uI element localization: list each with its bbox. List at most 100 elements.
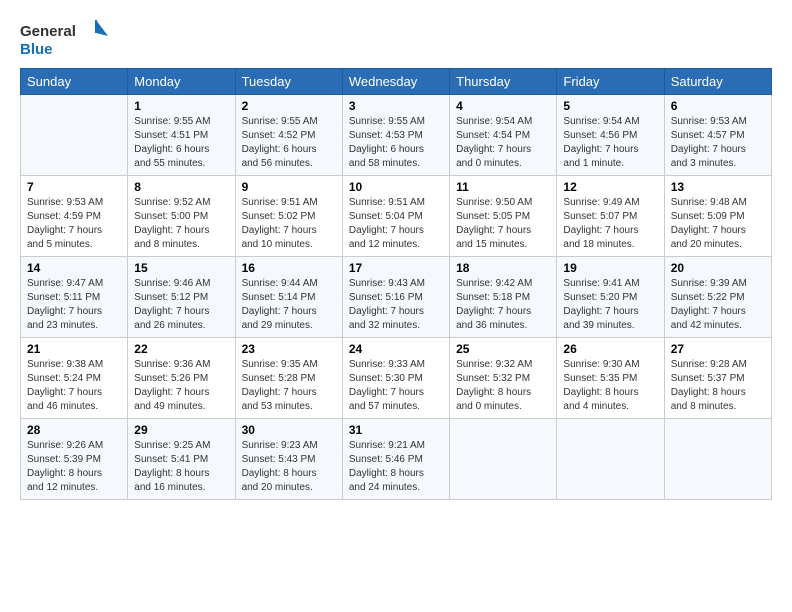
day-info: Sunrise: 9:55 AM Sunset: 4:51 PM Dayligh… <box>134 115 228 171</box>
day-info: Sunrise: 9:33 AM Sunset: 5:30 PM Dayligh… <box>349 358 443 414</box>
logo: General Blue <box>20 16 110 60</box>
day-number: 15 <box>134 261 228 275</box>
day-info: Sunrise: 9:38 AM Sunset: 5:24 PM Dayligh… <box>27 358 121 414</box>
calendar-cell: 3 Sunrise: 9:55 AM Sunset: 4:53 PM Daylig… <box>342 95 449 176</box>
day-header-wednesday: Wednesday <box>342 69 449 95</box>
day-info: Sunrise: 9:47 AM Sunset: 5:11 PM Dayligh… <box>27 277 121 333</box>
calendar-cell: 10 Sunrise: 9:51 AM Sunset: 5:04 PM Dayli… <box>342 176 449 257</box>
calendar-cell: 30 Sunrise: 9:23 AM Sunset: 5:43 PM Dayli… <box>235 419 342 500</box>
day-info: Sunrise: 9:30 AM Sunset: 5:35 PM Dayligh… <box>563 358 657 414</box>
day-number: 22 <box>134 342 228 356</box>
day-info: Sunrise: 9:55 AM Sunset: 4:53 PM Dayligh… <box>349 115 443 171</box>
day-header-monday: Monday <box>128 69 235 95</box>
logo-svg: General Blue <box>20 16 110 60</box>
calendar-cell <box>21 95 128 176</box>
calendar-cell: 6Sunrise: 9:53 AM Sunset: 4:57 PM Daylig… <box>664 95 771 176</box>
calendar-cell: 24 Sunrise: 9:33 AM Sunset: 5:30 PM Dayli… <box>342 338 449 419</box>
day-number: 28 <box>27 423 121 437</box>
day-info: Sunrise: 9:32 AM Sunset: 5:32 PM Dayligh… <box>456 358 550 414</box>
day-number: 3 <box>349 99 443 113</box>
day-info: Sunrise: 9:50 AM Sunset: 5:05 PM Dayligh… <box>456 196 550 252</box>
day-info: Sunrise: 9:51 AM Sunset: 5:04 PM Dayligh… <box>349 196 443 252</box>
calendar-cell: 13Sunrise: 9:48 AM Sunset: 5:09 PM Dayli… <box>664 176 771 257</box>
day-info: Sunrise: 9:21 AM Sunset: 5:46 PM Dayligh… <box>349 439 443 495</box>
calendar-cell <box>450 419 557 500</box>
calendar-cell: 21 Sunrise: 9:38 AM Sunset: 5:24 PM Dayli… <box>21 338 128 419</box>
day-info: Sunrise: 9:54 AM Sunset: 4:56 PM Dayligh… <box>563 115 657 171</box>
day-number: 18 <box>456 261 550 275</box>
calendar-cell: 29Sunrise: 9:25 AM Sunset: 5:41 PM Dayli… <box>128 419 235 500</box>
day-number: 8 <box>134 180 228 194</box>
day-info: Sunrise: 9:26 AM Sunset: 5:39 PM Dayligh… <box>27 439 121 495</box>
day-header-tuesday: Tuesday <box>235 69 342 95</box>
day-info: Sunrise: 9:43 AM Sunset: 5:16 PM Dayligh… <box>349 277 443 333</box>
calendar-cell: 5 Sunrise: 9:54 AM Sunset: 4:56 PM Daylig… <box>557 95 664 176</box>
day-number: 17 <box>349 261 443 275</box>
day-number: 11 <box>456 180 550 194</box>
day-number: 31 <box>349 423 443 437</box>
calendar-cell: 17 Sunrise: 9:43 AM Sunset: 5:16 PM Dayli… <box>342 257 449 338</box>
calendar-cell: 2Sunrise: 9:55 AM Sunset: 4:52 PM Daylig… <box>235 95 342 176</box>
calendar-cell: 1 Sunrise: 9:55 AM Sunset: 4:51 PM Daylig… <box>128 95 235 176</box>
day-header-sunday: Sunday <box>21 69 128 95</box>
calendar-cell: 9 Sunrise: 9:51 AM Sunset: 5:02 PM Daylig… <box>235 176 342 257</box>
page-container: General Blue SundayMondayTuesdayWednesda… <box>0 0 792 510</box>
day-info: Sunrise: 9:39 AM Sunset: 5:22 PM Dayligh… <box>671 277 765 333</box>
day-number: 30 <box>242 423 336 437</box>
day-number: 2 <box>242 99 336 113</box>
day-info: Sunrise: 9:46 AM Sunset: 5:12 PM Dayligh… <box>134 277 228 333</box>
day-info: Sunrise: 9:49 AM Sunset: 5:07 PM Dayligh… <box>563 196 657 252</box>
calendar-cell: 25Sunrise: 9:32 AM Sunset: 5:32 PM Dayli… <box>450 338 557 419</box>
day-header-friday: Friday <box>557 69 664 95</box>
calendar-cell: 8 Sunrise: 9:52 AM Sunset: 5:00 PM Daylig… <box>128 176 235 257</box>
day-number: 9 <box>242 180 336 194</box>
calendar-cell: 23 Sunrise: 9:35 AM Sunset: 5:28 PM Dayli… <box>235 338 342 419</box>
calendar-cell <box>664 419 771 500</box>
calendar-cell: 16 Sunrise: 9:44 AM Sunset: 5:14 PM Dayli… <box>235 257 342 338</box>
day-number: 4 <box>456 99 550 113</box>
calendar-cell <box>557 419 664 500</box>
calendar-cell: 18 Sunrise: 9:42 AM Sunset: 5:18 PM Dayli… <box>450 257 557 338</box>
svg-text:General: General <box>20 23 76 40</box>
day-number: 27 <box>671 342 765 356</box>
day-info: Sunrise: 9:36 AM Sunset: 5:26 PM Dayligh… <box>134 358 228 414</box>
day-number: 14 <box>27 261 121 275</box>
calendar-cell: 20 Sunrise: 9:39 AM Sunset: 5:22 PM Dayli… <box>664 257 771 338</box>
calendar-table: SundayMondayTuesdayWednesdayThursdayFrid… <box>20 68 772 500</box>
week-row-1: 1 Sunrise: 9:55 AM Sunset: 4:51 PM Daylig… <box>21 95 772 176</box>
day-info: Sunrise: 9:25 AM Sunset: 5:41 PM Dayligh… <box>134 439 228 495</box>
calendar-cell: 4 Sunrise: 9:54 AM Sunset: 4:54 PM Daylig… <box>450 95 557 176</box>
day-info: Sunrise: 9:53 AM Sunset: 4:57 PM Dayligh… <box>671 115 765 171</box>
day-number: 13 <box>671 180 765 194</box>
calendar-cell: 26Sunrise: 9:30 AM Sunset: 5:35 PM Dayli… <box>557 338 664 419</box>
day-info: Sunrise: 9:42 AM Sunset: 5:18 PM Dayligh… <box>456 277 550 333</box>
calendar-cell: 27Sunrise: 9:28 AM Sunset: 5:37 PM Dayli… <box>664 338 771 419</box>
day-number: 21 <box>27 342 121 356</box>
day-header-saturday: Saturday <box>664 69 771 95</box>
day-number: 10 <box>349 180 443 194</box>
day-info: Sunrise: 9:23 AM Sunset: 5:43 PM Dayligh… <box>242 439 336 495</box>
day-info: Sunrise: 9:52 AM Sunset: 5:00 PM Dayligh… <box>134 196 228 252</box>
calendar-cell: 14 Sunrise: 9:47 AM Sunset: 5:11 PM Dayli… <box>21 257 128 338</box>
day-number: 20 <box>671 261 765 275</box>
week-row-5: 28 Sunrise: 9:26 AM Sunset: 5:39 PM Dayli… <box>21 419 772 500</box>
week-row-2: 7 Sunrise: 9:53 AM Sunset: 4:59 PM Daylig… <box>21 176 772 257</box>
day-info: Sunrise: 9:44 AM Sunset: 5:14 PM Dayligh… <box>242 277 336 333</box>
calendar-cell: 11 Sunrise: 9:50 AM Sunset: 5:05 PM Dayli… <box>450 176 557 257</box>
calendar-cell: 12Sunrise: 9:49 AM Sunset: 5:07 PM Dayli… <box>557 176 664 257</box>
day-number: 23 <box>242 342 336 356</box>
day-info: Sunrise: 9:41 AM Sunset: 5:20 PM Dayligh… <box>563 277 657 333</box>
calendar-cell: 31 Sunrise: 9:21 AM Sunset: 5:46 PM Dayli… <box>342 419 449 500</box>
day-info: Sunrise: 9:51 AM Sunset: 5:02 PM Dayligh… <box>242 196 336 252</box>
day-info: Sunrise: 9:54 AM Sunset: 4:54 PM Dayligh… <box>456 115 550 171</box>
day-number: 16 <box>242 261 336 275</box>
day-number: 24 <box>349 342 443 356</box>
day-info: Sunrise: 9:35 AM Sunset: 5:28 PM Dayligh… <box>242 358 336 414</box>
day-number: 19 <box>563 261 657 275</box>
day-info: Sunrise: 9:53 AM Sunset: 4:59 PM Dayligh… <box>27 196 121 252</box>
day-number: 1 <box>134 99 228 113</box>
week-row-3: 14 Sunrise: 9:47 AM Sunset: 5:11 PM Dayli… <box>21 257 772 338</box>
day-number: 7 <box>27 180 121 194</box>
calendar-cell: 22 Sunrise: 9:36 AM Sunset: 5:26 PM Dayli… <box>128 338 235 419</box>
day-number: 5 <box>563 99 657 113</box>
